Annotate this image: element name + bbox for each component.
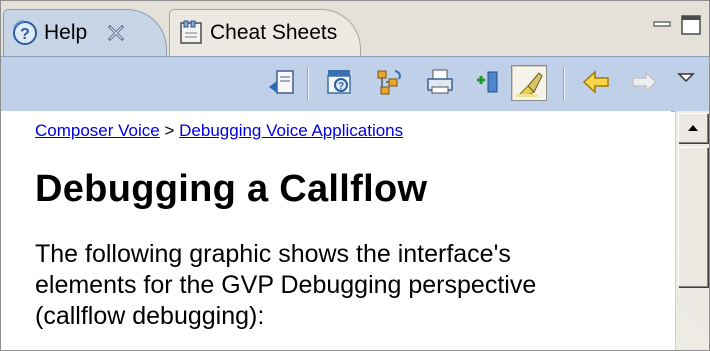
maximize-icon[interactable]	[679, 13, 703, 37]
print-icon	[427, 69, 453, 94]
breadcrumb-separator: >	[164, 121, 175, 140]
tab-strip: ? Help Cheat Sheets	[1, 1, 709, 56]
minimize-icon[interactable]	[651, 13, 673, 35]
search-icon: ?	[327, 70, 351, 94]
highlight-search-icon	[516, 72, 543, 97]
breadcrumb-link-composer-voice[interactable]: Composer Voice	[35, 121, 160, 140]
back-icon	[582, 70, 609, 94]
svg-text:?: ?	[338, 81, 344, 92]
vertical-scrollbar[interactable]	[675, 111, 709, 350]
show-all-topics-button[interactable]	[373, 65, 407, 99]
scroll-thumb[interactable]	[678, 147, 708, 287]
help-toolbar: ?	[1, 56, 709, 112]
show-in-contents-icon	[269, 70, 294, 94]
help-icon: ?	[13, 20, 37, 45]
search-button[interactable]: ?	[323, 65, 357, 99]
add-bookmark-button[interactable]	[471, 65, 505, 99]
paragraph-line-1: The following graphic shows the interfac…	[35, 240, 511, 268]
forward-icon	[632, 71, 658, 93]
breadcrumb: Composer Voice > Debugging Voice Applica…	[35, 121, 403, 141]
help-view: ? Help Cheat Sheets ? Composer Voice > D…	[0, 0, 710, 351]
tab-cheat-sheets[interactable]: Cheat Sheets	[169, 9, 361, 56]
toolbar-separator	[563, 67, 565, 101]
close-icon[interactable]	[105, 22, 127, 44]
back-button[interactable]	[579, 65, 613, 99]
page-title: Debugging a Callflow	[35, 168, 428, 210]
highlight-search-button[interactable]	[511, 65, 547, 101]
tab-help-label: Help	[44, 21, 88, 44]
forward-button[interactable]	[627, 65, 661, 99]
toolbar-separator	[307, 67, 309, 101]
print-button[interactable]	[423, 65, 457, 99]
tab-help[interactable]: ? Help	[3, 9, 167, 56]
show-in-contents-button[interactable]	[265, 65, 299, 99]
paragraph-line-3: (callflow debugging):	[35, 302, 265, 330]
intro-paragraph: The following graphic shows the interfac…	[35, 239, 675, 332]
help-content: Composer Voice > Debugging Voice Applica…	[1, 111, 671, 350]
paragraph-line-2: elements for the GVP Debugging perspecti…	[35, 271, 537, 299]
tab-cheat-sheets-label: Cheat Sheets	[210, 21, 338, 44]
view-menu-icon	[677, 73, 695, 83]
svg-text:?: ?	[20, 26, 30, 43]
show-all-topics-icon	[377, 70, 401, 95]
cheat-sheets-icon	[180, 20, 202, 44]
add-bookmark-icon	[477, 71, 498, 93]
breadcrumb-link-debugging-voice-applications[interactable]: Debugging Voice Applications	[179, 121, 403, 140]
scroll-up-button[interactable]	[678, 113, 708, 143]
view-menu-button[interactable]	[669, 61, 703, 95]
arrow-up-icon	[688, 125, 698, 131]
